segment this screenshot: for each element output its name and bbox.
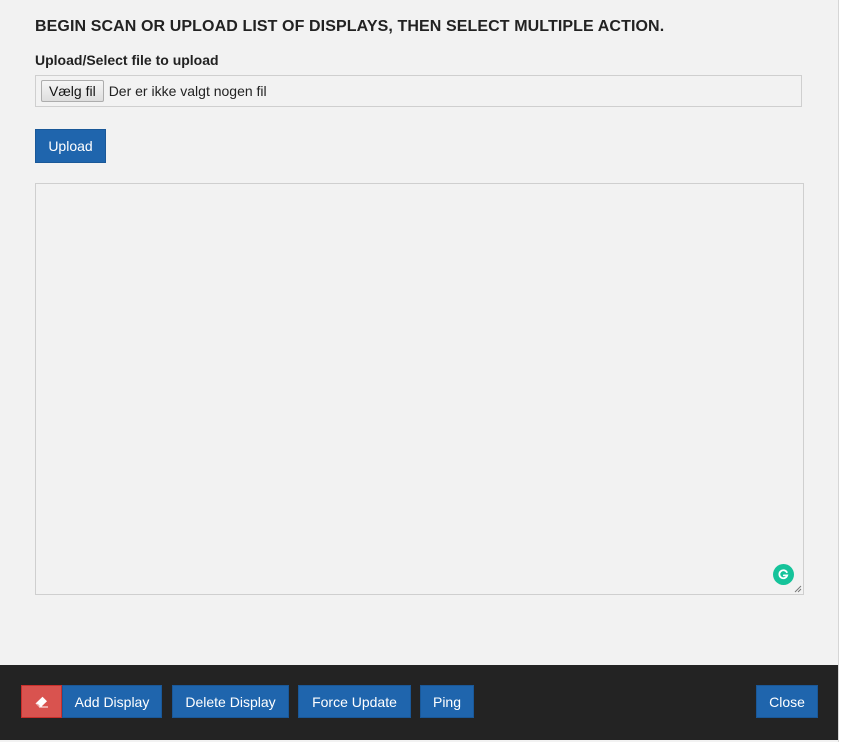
ping-button[interactable]: Ping (420, 685, 474, 718)
choose-file-button[interactable]: Vælg fil (41, 80, 104, 102)
delete-display-button[interactable]: Delete Display (172, 685, 289, 718)
grammarly-icon[interactable] (773, 564, 794, 585)
resize-grip-icon[interactable] (794, 585, 802, 593)
upload-label: Upload/Select file to upload (35, 52, 219, 68)
modal-footer: Add Display Delete Display Force Update … (0, 665, 838, 740)
file-input[interactable]: Vælg fil Der er ikke valgt nogen fil (35, 75, 802, 107)
modal-dialog: BEGIN SCAN OR UPLOAD LIST OF DISPLAYS, T… (0, 0, 840, 742)
add-display-button[interactable]: Add Display (62, 685, 162, 718)
display-list-textarea[interactable] (35, 183, 804, 595)
close-button[interactable]: Close (756, 685, 818, 718)
modal-title: BEGIN SCAN OR UPLOAD LIST OF DISPLAYS, T… (35, 18, 665, 35)
file-status-text: Der er ikke valgt nogen fil (108, 83, 267, 99)
upload-button[interactable]: Upload (35, 129, 106, 163)
clear-button[interactable] (21, 685, 62, 718)
eraser-icon (35, 696, 48, 707)
force-update-button[interactable]: Force Update (298, 685, 411, 718)
